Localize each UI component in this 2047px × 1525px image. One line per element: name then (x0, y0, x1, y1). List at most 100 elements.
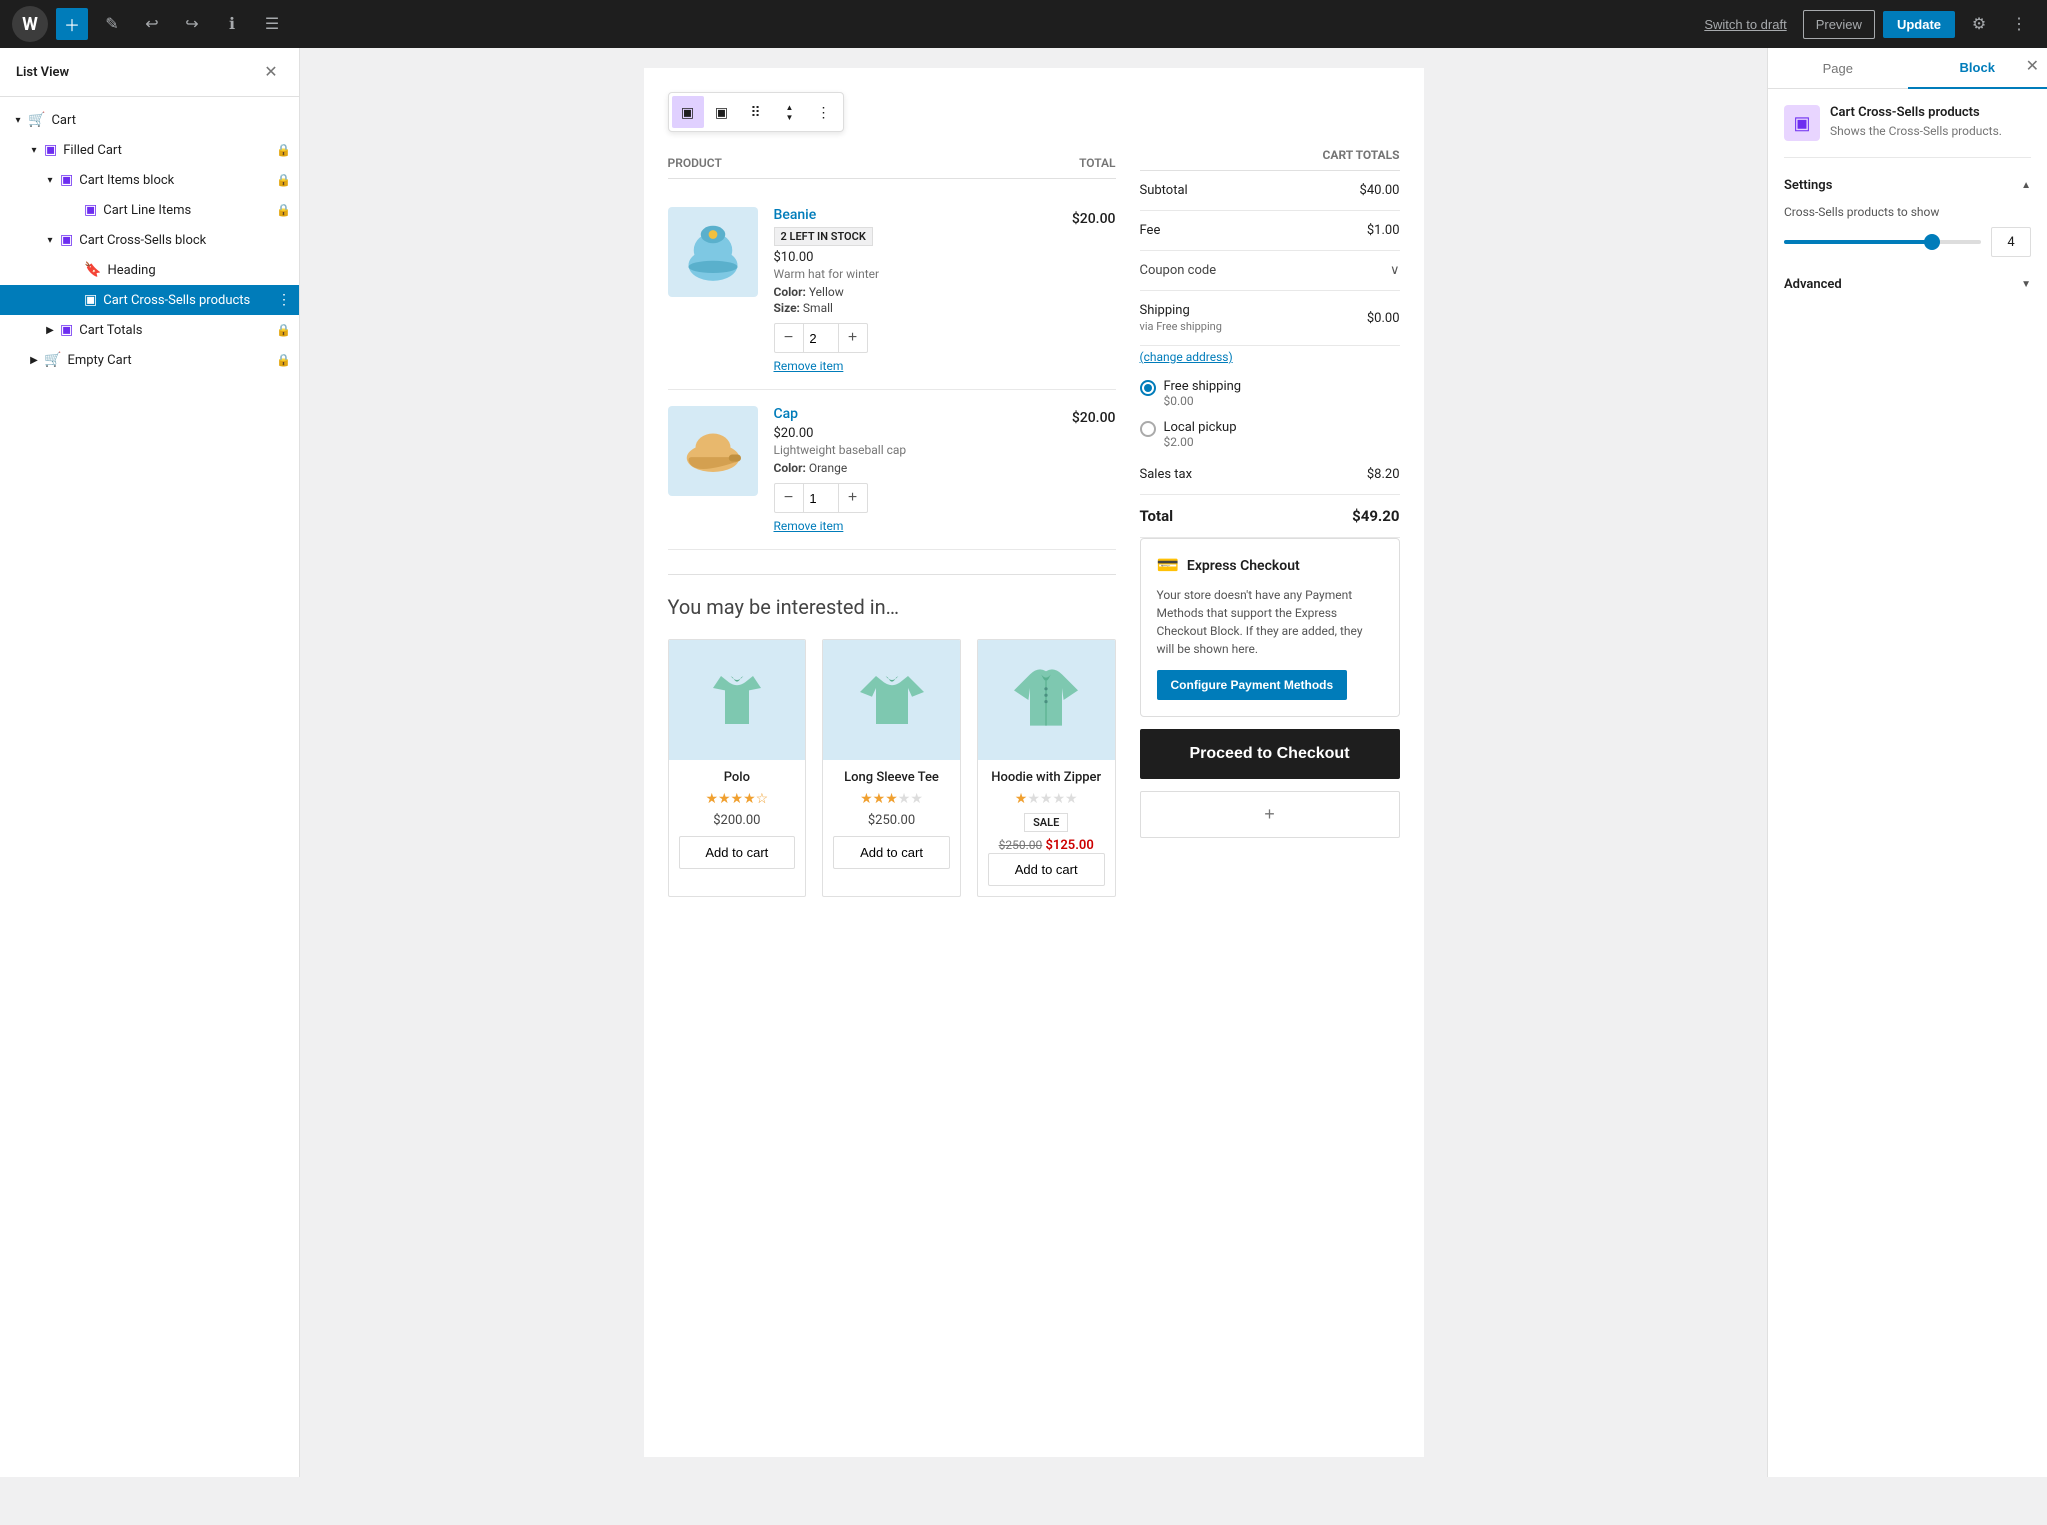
longsleeve-stars: ★★★★★ (833, 791, 950, 807)
coupon-chevron-icon: ∨ (1390, 263, 1400, 278)
sidebar-item-label: Cart (51, 113, 291, 128)
lock-icon: 🔒 (276, 203, 291, 217)
slider-thumb[interactable] (1924, 234, 1940, 250)
toolbar-more-button[interactable]: ⋮ (808, 96, 840, 128)
free-shipping-option[interactable]: Free shipping $0.00 (1140, 373, 1400, 414)
edit-tool-button[interactable]: ✎ (96, 8, 128, 40)
sidebar-item-cart-items-block[interactable]: ▾ ▣ Cart Items block 🔒 (0, 165, 299, 195)
beanie-image (668, 207, 758, 297)
undo-button[interactable]: ↩ (136, 8, 168, 40)
toggle-icon[interactable]: ▾ (40, 230, 60, 250)
redo-button[interactable]: ↪ (176, 8, 208, 40)
list-view-button[interactable]: ☰ (256, 8, 288, 40)
switch-to-draft-button[interactable]: Switch to draft (1696, 17, 1794, 32)
toolbar-drag-button[interactable]: ⠿ (740, 96, 772, 128)
add-block-button[interactable]: ＋ (56, 8, 88, 40)
beanie-qty-increase[interactable]: + (839, 324, 867, 352)
polo-stars: ★★★★☆ (679, 791, 796, 807)
coupon-row[interactable]: Coupon code ∨ (1140, 251, 1400, 291)
toggle-icon[interactable]: ▶ (40, 320, 60, 340)
configure-payment-button[interactable]: Configure Payment Methods (1157, 670, 1348, 700)
filled-cart-icon: ▣ (44, 142, 57, 158)
sidebar-item-crosssells-products[interactable]: ▣ Cart Cross-Sells products ⋮ (0, 285, 299, 315)
topbar: W ＋ ✎ ↩ ↪ ℹ ☰ Switch to draft Preview Up… (0, 0, 2047, 48)
sidebar-item-cart-line-items[interactable]: ▣ Cart Line Items 🔒 (0, 195, 299, 225)
toggle-icon[interactable]: ▾ (8, 110, 28, 130)
subtotal-label: Subtotal (1140, 183, 1188, 198)
panel-close-button[interactable]: ✕ (2026, 56, 2039, 76)
sidebar-item-cart-totals[interactable]: ▶ ▣ Cart Totals 🔒 (0, 315, 299, 345)
slider-track (1784, 240, 1932, 244)
wp-logo-icon[interactable]: W (12, 6, 48, 42)
beanie-remove-link[interactable]: Remove item (774, 359, 1056, 373)
settings-icon-button[interactable]: ⚙ (1963, 8, 1995, 40)
toggle-icon[interactable]: ▾ (40, 170, 60, 190)
products-grid: Polo ★★★★☆ $200.00 Add to cart (668, 639, 1116, 897)
details-button[interactable]: ℹ (216, 8, 248, 40)
beanie-qty-decrease[interactable]: − (775, 324, 803, 352)
cap-remove-link[interactable]: Remove item (774, 519, 1056, 533)
cap-image (668, 406, 758, 496)
lock-icon: 🔒 (276, 323, 291, 337)
hoodie-add-cart-button[interactable]: Add to cart (988, 853, 1105, 886)
sidebar-item-label: Cart Cross-Sells block (79, 233, 291, 248)
sidebar-item-label: Heading (107, 263, 291, 278)
sidebar-item-cart-crosssells-block[interactable]: ▾ ▣ Cart Cross-Sells block (0, 225, 299, 255)
more-options-button[interactable]: ⋮ (2003, 8, 2035, 40)
cart-icon: 🛒 (28, 112, 45, 128)
crosssells-block-icon: ▣ (60, 232, 73, 248)
sale-badge: SALE (1024, 813, 1068, 832)
hoodie-sale-price: $125.00 (1045, 838, 1093, 853)
sidebar-item-cart[interactable]: ▾ 🛒 Cart (0, 105, 299, 135)
polo-add-cart-button[interactable]: Add to cart (679, 836, 796, 869)
toolbar-block-type-button[interactable]: ▣ (672, 96, 704, 128)
proceed-to-checkout-button[interactable]: Proceed to Checkout (1140, 729, 1400, 779)
sidebar-close-button[interactable]: ✕ (259, 60, 283, 84)
shipping-via: via Free shipping (1140, 320, 1222, 333)
beanie-total: $20.00 (1072, 207, 1116, 373)
toggle-icon[interactable]: ▶ (24, 350, 44, 370)
toggle-icon[interactable]: ▾ (24, 140, 44, 160)
longsleeve-image (823, 640, 960, 760)
right-panel: Page Block ✕ ▣ Cart Cross-Sells products… (1767, 48, 2047, 1477)
change-address-link[interactable]: (change address) (1140, 350, 1233, 364)
more-dots-icon[interactable]: ⋮ (277, 292, 291, 308)
hoodie-info: Hoodie with Zipper ★★★★★ SALE $250.00 $1… (978, 760, 1115, 896)
product-card-hoodie: Hoodie with Zipper ★★★★★ SALE $250.00 $1… (977, 639, 1116, 897)
free-shipping-radio[interactable] (1140, 380, 1156, 396)
empty-cart-icon: 🛒 (44, 352, 61, 368)
add-block-button-canvas[interactable]: + (1140, 791, 1400, 838)
local-pickup-radio[interactable] (1140, 421, 1156, 437)
cart-item-cap: Cap $20.00 Lightweight baseball cap Colo… (668, 390, 1116, 550)
sales-tax-value: $8.20 (1367, 467, 1400, 482)
longsleeve-add-cart-button[interactable]: Add to cart (833, 836, 950, 869)
local-pickup-option[interactable]: Local pickup $2.00 (1140, 414, 1400, 455)
toolbar-move-up-button[interactable]: ▲▼ (774, 96, 806, 128)
block-info: ▣ Cart Cross-Sells products Shows the Cr… (1784, 105, 2031, 158)
advanced-section-header[interactable]: Advanced ▼ (1784, 277, 2031, 292)
beanie-name-link[interactable]: Beanie (774, 207, 1056, 223)
local-pickup-info: Local pickup $2.00 (1164, 420, 1237, 449)
product-header: PRODUCT TOTAL (668, 148, 1116, 179)
cap-qty-increase[interactable]: + (839, 484, 867, 512)
sidebar-item-heading[interactable]: 🔖 Heading (0, 255, 299, 285)
fee-label: Fee (1140, 223, 1161, 238)
crosssells-label: Cross-Sells products to show (1784, 205, 2031, 219)
sidebar-item-empty-cart[interactable]: ▶ 🛒 Empty Cart 🔒 (0, 345, 299, 375)
crosssells-section: You may be interested in… (668, 574, 1116, 897)
sidebar-item-label: Empty Cart (67, 353, 272, 368)
toolbar-align-button[interactable]: ▣ (706, 96, 738, 128)
update-button[interactable]: Update (1883, 11, 1955, 38)
heading-icon: 🔖 (84, 262, 101, 278)
cap-qty-decrease[interactable]: − (775, 484, 803, 512)
crosssells-slider[interactable] (1784, 240, 1981, 244)
beanie-qty-input[interactable] (803, 324, 839, 352)
block-desc: Shows the Cross-Sells products. (1830, 124, 2002, 138)
sidebar-item-filled-cart[interactable]: ▾ ▣ Filled Cart 🔒 (0, 135, 299, 165)
preview-button[interactable]: Preview (1803, 10, 1875, 39)
settings-header[interactable]: Settings ▲ (1784, 178, 2031, 193)
tab-page[interactable]: Page (1768, 48, 1908, 88)
cap-name-link[interactable]: Cap (774, 406, 1056, 422)
shipping-value: $0.00 (1367, 311, 1400, 326)
cap-qty-input[interactable] (803, 484, 839, 512)
